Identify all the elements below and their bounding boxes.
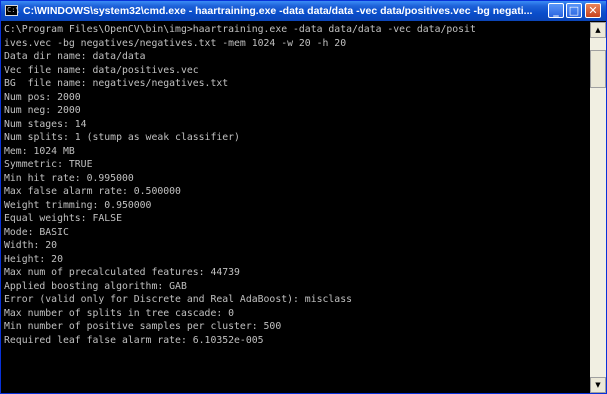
console-icon-label: C:\ — [7, 6, 20, 14]
console-line: Max false alarm rate: 0.500000 — [4, 186, 181, 197]
console-line: Required leaf false alarm rate: 6.10352e… — [4, 334, 264, 346]
close-button[interactable]: ✕ — [585, 3, 601, 18]
console-line: Error (valid only for Discrete and Real … — [4, 294, 352, 305]
minimize-button[interactable]: _ — [548, 3, 564, 18]
console-window: C:\ C:\WINDOWS\system32\cmd.exe - haartr… — [0, 0, 607, 394]
console-line: Num pos: 2000 — [4, 91, 81, 103]
console-line: Min hit rate: 0.995000 — [4, 172, 134, 184]
console-output[interactable]: C:\Program Files\OpenCV\bin\img>haartrai… — [4, 23, 588, 391]
scroll-down-arrow-icon[interactable]: ▼ — [590, 377, 606, 393]
console-line: Data dir name: data/data — [4, 51, 146, 62]
console-line: Num stages: 14 — [4, 118, 87, 130]
console-line: BG file name: negatives/negatives.txt — [4, 78, 229, 89]
title-bar[interactable]: C:\ C:\WINDOWS\system32\cmd.exe - haartr… — [1, 1, 606, 21]
console-line: Max num of precalculated features: 44739 — [4, 267, 240, 278]
console-line: ives.vec -bg negatives/negatives.txt -me… — [4, 37, 347, 49]
console-line: Mode: BASIC — [4, 226, 69, 238]
console-line: Vec file name: data/positives.vec — [4, 64, 199, 76]
console-line: Weight trimming: 0.950000 — [4, 199, 152, 211]
vertical-scrollbar[interactable]: ▲ ▼ — [590, 22, 606, 393]
console-line: Mem: 1024 MB — [4, 145, 75, 157]
console-line: C:\Program Files\OpenCV\bin\img>haartrai… — [4, 24, 476, 35]
scroll-up-arrow-icon[interactable]: ▲ — [590, 22, 606, 38]
window-title: C:\WINDOWS\system32\cmd.exe - haartraini… — [23, 5, 533, 17]
console-line: Max number of splits in tree cascade: 0 — [4, 307, 235, 319]
console-line: Applied boosting algorithm: GAB — [4, 280, 187, 292]
console-line: Min number of positive samples per clust… — [4, 321, 282, 332]
console-line: Equal weights: FALSE — [4, 213, 122, 224]
maximize-button[interactable]: □ — [566, 3, 582, 18]
console-line: Height: 20 — [4, 253, 63, 265]
console-line: Num splits: 1 (stump as weak classifier) — [4, 132, 240, 143]
scrollbar-thumb[interactable] — [590, 50, 606, 88]
console-line: Width: 20 — [4, 240, 58, 251]
console-icon[interactable]: C:\ — [5, 5, 20, 16]
console-line: Symmetric: TRUE — [4, 159, 93, 170]
console-line: Num neg: 2000 — [4, 105, 81, 116]
